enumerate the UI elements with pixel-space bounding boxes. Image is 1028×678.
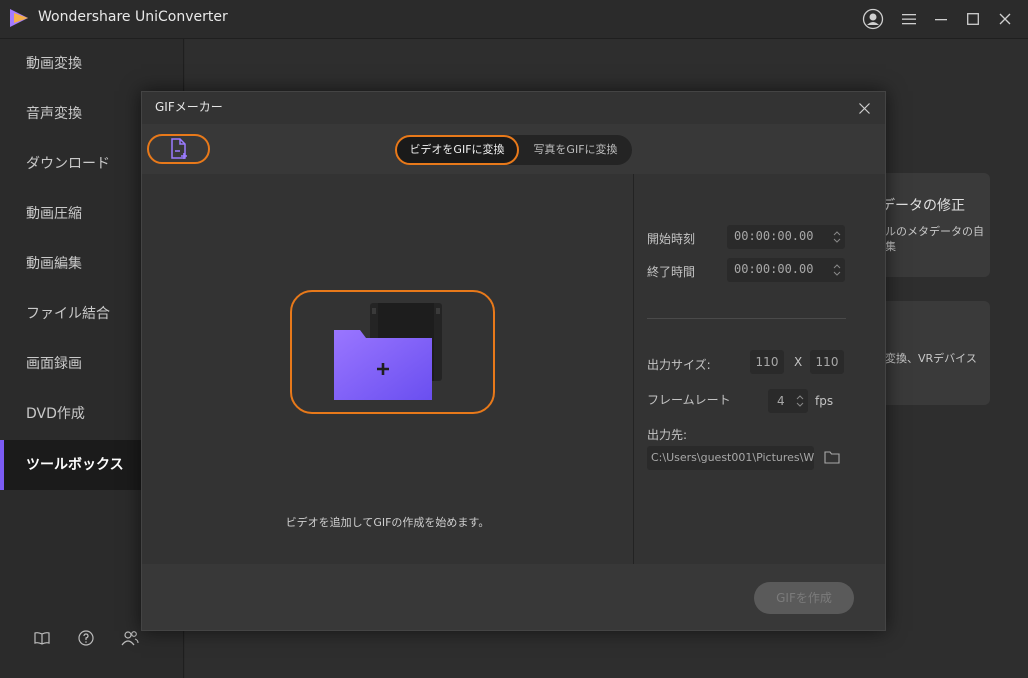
- end-time-label: 終了時間: [647, 265, 696, 279]
- drop-area: ビデオを追加してGIFの作成を始めます。: [142, 174, 633, 564]
- start-time-spinner-icon[interactable]: [832, 227, 842, 247]
- add-folder-icon: [334, 303, 442, 400]
- end-time-input[interactable]: 00:00:00.00: [727, 258, 845, 282]
- dialog-title: GIFメーカー: [155, 100, 223, 114]
- title-bar: Wondershare UniConverter: [0, 0, 1028, 39]
- book-icon[interactable]: [32, 628, 52, 648]
- framerate-input[interactable]: 4: [768, 389, 808, 413]
- end-time-value: 00:00:00.00: [734, 262, 814, 276]
- card-desc: 集: [885, 240, 896, 253]
- framerate-spinner-icon[interactable]: [795, 391, 805, 411]
- card-title: データの修正: [881, 198, 965, 214]
- drop-hint: ビデオを追加してGIFの作成を始めます。: [285, 516, 490, 529]
- start-time-value: 00:00:00.00: [734, 229, 814, 243]
- framerate-value: 4: [777, 394, 785, 408]
- maximize-icon[interactable]: [962, 8, 984, 30]
- sidebar-item-video-convert[interactable]: 動画変換: [0, 39, 184, 89]
- size-separator: X: [794, 355, 803, 369]
- divider: [633, 174, 634, 564]
- start-time-label: 開始時刻: [647, 232, 696, 246]
- app-logo-icon: [8, 7, 30, 29]
- minimize-icon[interactable]: [930, 8, 952, 30]
- fps-unit: fps: [815, 394, 834, 408]
- create-gif-button[interactable]: GIFを作成: [754, 582, 854, 614]
- add-file-icon: [170, 138, 187, 159]
- framerate-label: フレームレート: [647, 393, 731, 407]
- end-time-spinner-icon[interactable]: [832, 260, 842, 280]
- close-icon[interactable]: [994, 8, 1016, 30]
- gif-maker-dialog: GIFメーカー ビデオをGIFに変換 写真をGIFに変換 ビデオを追加してGIF…: [141, 91, 886, 631]
- tab-photo-to-gif[interactable]: 写真をGIFに変換: [519, 135, 632, 165]
- output-path-input[interactable]: C:\Users\guest001\Pictures\W: [647, 446, 814, 470]
- mode-toggle: ビデオをGIFに変換 写真をGIFに変換: [395, 135, 632, 165]
- output-size-label: 出力サイズ:: [647, 358, 711, 372]
- card-desc: ルのメタデータの自: [885, 225, 984, 238]
- add-file-button[interactable]: [147, 134, 210, 164]
- account-icon[interactable]: [862, 8, 884, 30]
- output-path-label: 出力先:: [647, 428, 688, 442]
- width-input[interactable]: 110: [750, 350, 784, 374]
- tab-video-to-gif[interactable]: ビデオをGIFに変換: [395, 135, 519, 165]
- app-title: Wondershare UniConverter: [38, 9, 228, 25]
- help-icon[interactable]: [76, 628, 96, 648]
- separator: [647, 318, 846, 319]
- folder-icon[interactable]: [824, 450, 840, 464]
- menu-icon[interactable]: [898, 8, 920, 30]
- users-icon[interactable]: [120, 628, 140, 648]
- add-video-button[interactable]: [290, 290, 495, 414]
- height-input[interactable]: 110: [810, 350, 844, 374]
- start-time-input[interactable]: 00:00:00.00: [727, 225, 845, 249]
- dialog-close-icon[interactable]: [856, 100, 872, 116]
- card-desc: 変換、VRデバイス: [885, 352, 977, 365]
